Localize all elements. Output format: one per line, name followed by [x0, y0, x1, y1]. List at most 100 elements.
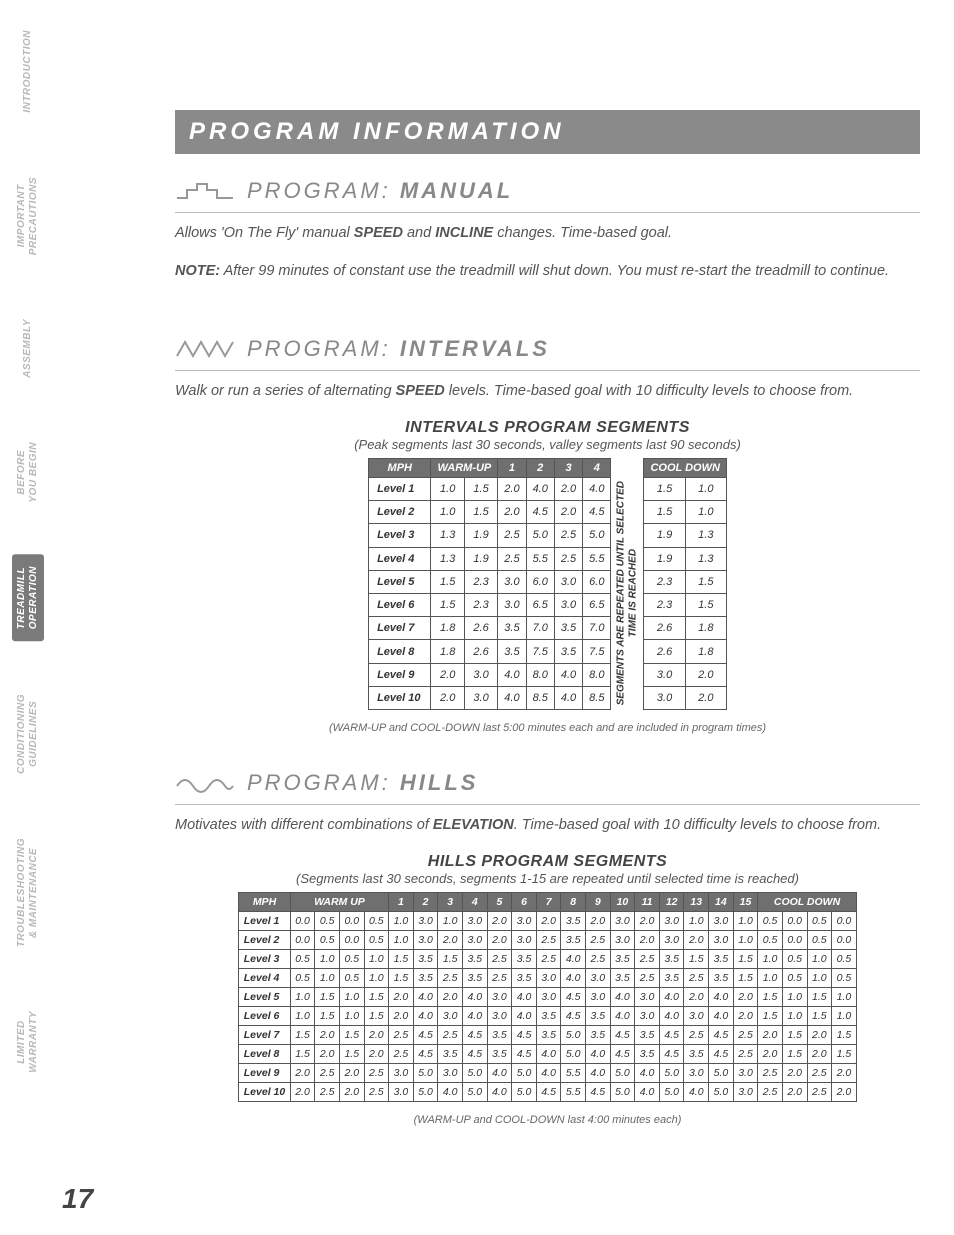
cell: 5.5: [561, 1083, 586, 1102]
cell: 3.5: [413, 969, 438, 988]
cell: 2.0: [290, 1064, 315, 1083]
cell: 5.0: [462, 1083, 487, 1102]
row-label: Level 8: [239, 1045, 290, 1064]
cell: 3.0: [659, 931, 684, 950]
cell: 4.5: [462, 1026, 487, 1045]
sidebar-tab[interactable]: TREADMILL OPERATION: [12, 554, 44, 641]
row-label: Level 7: [369, 617, 431, 640]
sidebar-tab[interactable]: TROUBLESHOOTING & MAINTENANCE: [12, 826, 44, 959]
cell: 1.5: [733, 969, 758, 988]
table-row: Level 71.82.63.57.03.57.02.61.8: [369, 617, 727, 640]
table-row: Level 20.00.50.00.51.03.02.03.02.03.02.5…: [239, 931, 856, 950]
col-seg: 7: [536, 893, 561, 912]
cell: 4.5: [526, 501, 554, 524]
sidebar-tab[interactable]: LIMITED WARRANTY: [12, 999, 44, 1085]
sidebar-tab[interactable]: ASSEMBLY: [18, 307, 38, 390]
cell: 3.0: [644, 663, 685, 686]
cell: 1.5: [733, 950, 758, 969]
cell: 1.0: [807, 969, 832, 988]
main-content: PROGRAM INFORMATION PROGRAM: MANUAL Allo…: [175, 110, 920, 1126]
cell: 1.0: [315, 950, 340, 969]
cell: 1.0: [438, 912, 463, 931]
cell: 4.0: [583, 477, 611, 500]
cell: 1.0: [364, 969, 389, 988]
col-seg: 10: [610, 893, 635, 912]
cell: 3.0: [610, 912, 635, 931]
cell: 3.0: [733, 1083, 758, 1102]
cell: 1.5: [339, 1045, 364, 1064]
sidebar-tab[interactable]: BEFORE YOU BEGIN: [12, 430, 44, 515]
cell: 2.5: [807, 1083, 832, 1102]
speed-label: SPEED: [396, 383, 445, 399]
cell: 2.5: [438, 969, 463, 988]
cell: 1.0: [807, 950, 832, 969]
cell: 2.5: [684, 1026, 709, 1045]
cell: 2.0: [438, 988, 463, 1007]
col-seg: 9: [586, 893, 611, 912]
cell: 1.3: [431, 524, 464, 547]
cell: 2.0: [431, 663, 464, 686]
cell: 0.0: [782, 931, 807, 950]
cell: 4.0: [413, 1007, 438, 1026]
cell: 4.5: [512, 1045, 537, 1064]
spacer: [611, 458, 644, 477]
cell: 4.0: [487, 1064, 512, 1083]
cell: 0.5: [782, 950, 807, 969]
text: Allows 'On The Fly' manual: [175, 225, 354, 241]
row-label: Level 3: [369, 524, 431, 547]
cell: 8.0: [583, 663, 611, 686]
note-label: NOTE:: [175, 263, 220, 279]
cell: 4.5: [512, 1026, 537, 1045]
cell: 3.5: [462, 969, 487, 988]
cell: 5.0: [709, 1064, 734, 1083]
cell: 1.5: [389, 950, 414, 969]
cell: 1.0: [339, 988, 364, 1007]
cell: 2.5: [635, 950, 660, 969]
cell: 2.0: [684, 988, 709, 1007]
col-warmup: WARM-UP: [431, 458, 498, 477]
cell: 3.5: [438, 1045, 463, 1064]
col-seg: 3: [438, 893, 463, 912]
cell: 1.5: [807, 988, 832, 1007]
sidebar-tab[interactable]: CONDITIONING GUIDELINES: [12, 682, 44, 786]
table-row: Level 51.52.33.06.03.06.02.31.5: [369, 570, 727, 593]
col-seg: 6: [512, 893, 537, 912]
cell: 0.5: [758, 931, 783, 950]
sidebar-tab[interactable]: INTRODUCTION: [18, 18, 38, 125]
cell: 2.5: [487, 969, 512, 988]
cell: 2.5: [733, 1045, 758, 1064]
prog-prefix: PROGRAM:: [247, 770, 400, 795]
cell: 2.0: [758, 1045, 783, 1064]
row-label: Level 10: [239, 1083, 290, 1102]
cell: 4.0: [610, 1007, 635, 1026]
cell: 0.5: [339, 950, 364, 969]
cell: 2.5: [389, 1026, 414, 1045]
col-seg: 2: [526, 458, 554, 477]
cell: 1.5: [832, 1026, 857, 1045]
cell: 2.0: [339, 1083, 364, 1102]
cell: 4.0: [635, 1083, 660, 1102]
cell: 2.5: [733, 1026, 758, 1045]
cell: 5.5: [583, 547, 611, 570]
cell: 4.0: [438, 1083, 463, 1102]
cell: 3.5: [659, 969, 684, 988]
cell: 5.0: [512, 1083, 537, 1102]
table-row: Level 40.51.00.51.01.53.52.53.52.53.53.0…: [239, 969, 856, 988]
cell: 3.0: [554, 570, 582, 593]
program-intervals-header: PROGRAM: INTERVALS: [175, 330, 920, 371]
cell: 2.0: [758, 1026, 783, 1045]
intervals-table-sub: (Peak segments last 30 seconds, valley s…: [175, 437, 920, 452]
cell: 4.0: [635, 1064, 660, 1083]
cell: 4.0: [413, 988, 438, 1007]
cell: 1.0: [431, 477, 464, 500]
cell: 0.5: [807, 912, 832, 931]
cell: 4.0: [586, 1064, 611, 1083]
cell: 1.0: [339, 1007, 364, 1026]
cell: 7.0: [583, 617, 611, 640]
cell: 6.5: [526, 593, 554, 616]
cell: 2.0: [733, 1007, 758, 1026]
cell: 2.0: [807, 1026, 832, 1045]
cell: 1.5: [758, 1007, 783, 1026]
sidebar-tab[interactable]: IMPORTANT PRECAUTIONS: [12, 165, 44, 267]
cell: 2.0: [389, 1007, 414, 1026]
